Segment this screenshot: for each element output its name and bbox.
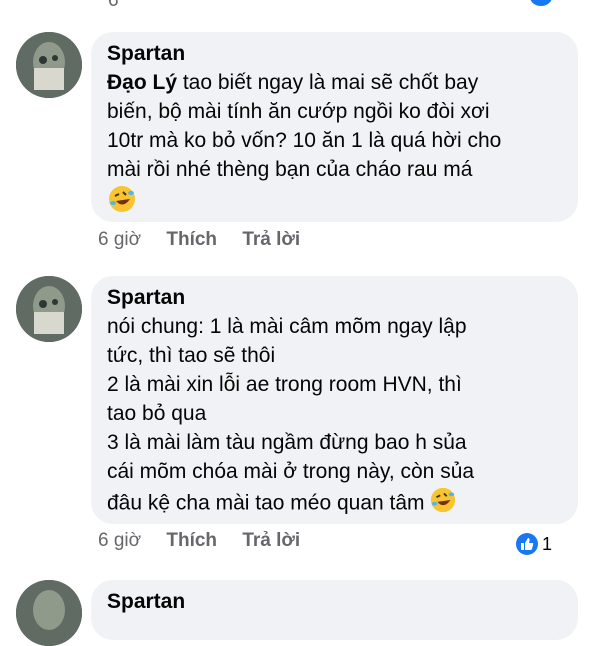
comment-time[interactable]: 6 giờ — [98, 530, 141, 551]
comment-line: cái mõm chóa mài ở trong này, còn sủa — [107, 460, 475, 483]
comment-line: 10tr mà ko bỏ vốn? 10 ăn 1 là quá hời ch… — [107, 129, 502, 152]
comment-line: tao biết ngay là mai sẽ chốt bay — [177, 71, 479, 94]
comment-line: biến, bộ mài tính ăn cướp ngồi ko đòi xơ… — [107, 100, 490, 123]
comment-bubble: Spartan Đạo Lý tao biết ngay là mai sẽ c… — [91, 32, 578, 222]
reaction-summary[interactable]: 1 — [515, 532, 552, 556]
comment-line: mài rồi nhé thèng bạn của cháo rau má — [107, 158, 473, 181]
comment-bubble: Spartan nói chung: 1 là mài câm mõm ngay… — [91, 276, 578, 524]
rolling-on-floor-laughing-emoji — [429, 486, 457, 522]
comment-line: 2 là mài xin lỗi ae trong room HVN, thì — [107, 373, 462, 396]
comment-line: 3 là mài làm tàu ngầm đừng bao h sủa — [107, 431, 467, 454]
comment-author[interactable]: Spartan — [107, 40, 562, 68]
comment-text: Đạo Lý tao biết ngay là mai sẽ chốt bay … — [107, 68, 562, 222]
avatar[interactable] — [16, 276, 82, 342]
comment-text: nói chung: 1 là mài câm mõm ngay lập tức… — [107, 312, 562, 522]
comment-author[interactable]: Spartan — [107, 588, 562, 616]
avatar[interactable] — [16, 32, 82, 98]
like-button[interactable]: Thích — [166, 229, 217, 250]
like-button[interactable]: Thích — [166, 530, 217, 551]
previous-comment-time: 6 — [108, 0, 119, 11]
mention-link[interactable]: Đạo Lý — [107, 71, 177, 94]
comment-line: tức, thì tao sẽ thôi — [107, 344, 276, 367]
comment-time[interactable]: 6 giờ — [98, 229, 141, 250]
thumbs-up-icon — [515, 533, 538, 555]
comment-bubble: Spartan — [91, 580, 578, 640]
comment-actions: 6 giờ Thích Trả lời — [98, 529, 320, 553]
rolling-on-floor-laughing-emoji — [107, 184, 137, 222]
comment-line: nói chung: 1 là mài câm mõm ngay lập — [107, 315, 467, 338]
previous-like-icon — [530, 0, 552, 6]
reply-button[interactable]: Trả lời — [242, 530, 300, 551]
avatar[interactable] — [16, 580, 82, 646]
comment-author[interactable]: Spartan — [107, 284, 562, 312]
comment-actions: 6 giờ Thích Trả lời — [98, 228, 320, 252]
comment-line: đâu kệ cha mài tao méo quan tâm — [107, 491, 425, 515]
reply-button[interactable]: Trả lời — [242, 229, 300, 250]
reaction-count: 1 — [541, 534, 552, 554]
comment-line: tao bỏ qua — [107, 402, 207, 425]
